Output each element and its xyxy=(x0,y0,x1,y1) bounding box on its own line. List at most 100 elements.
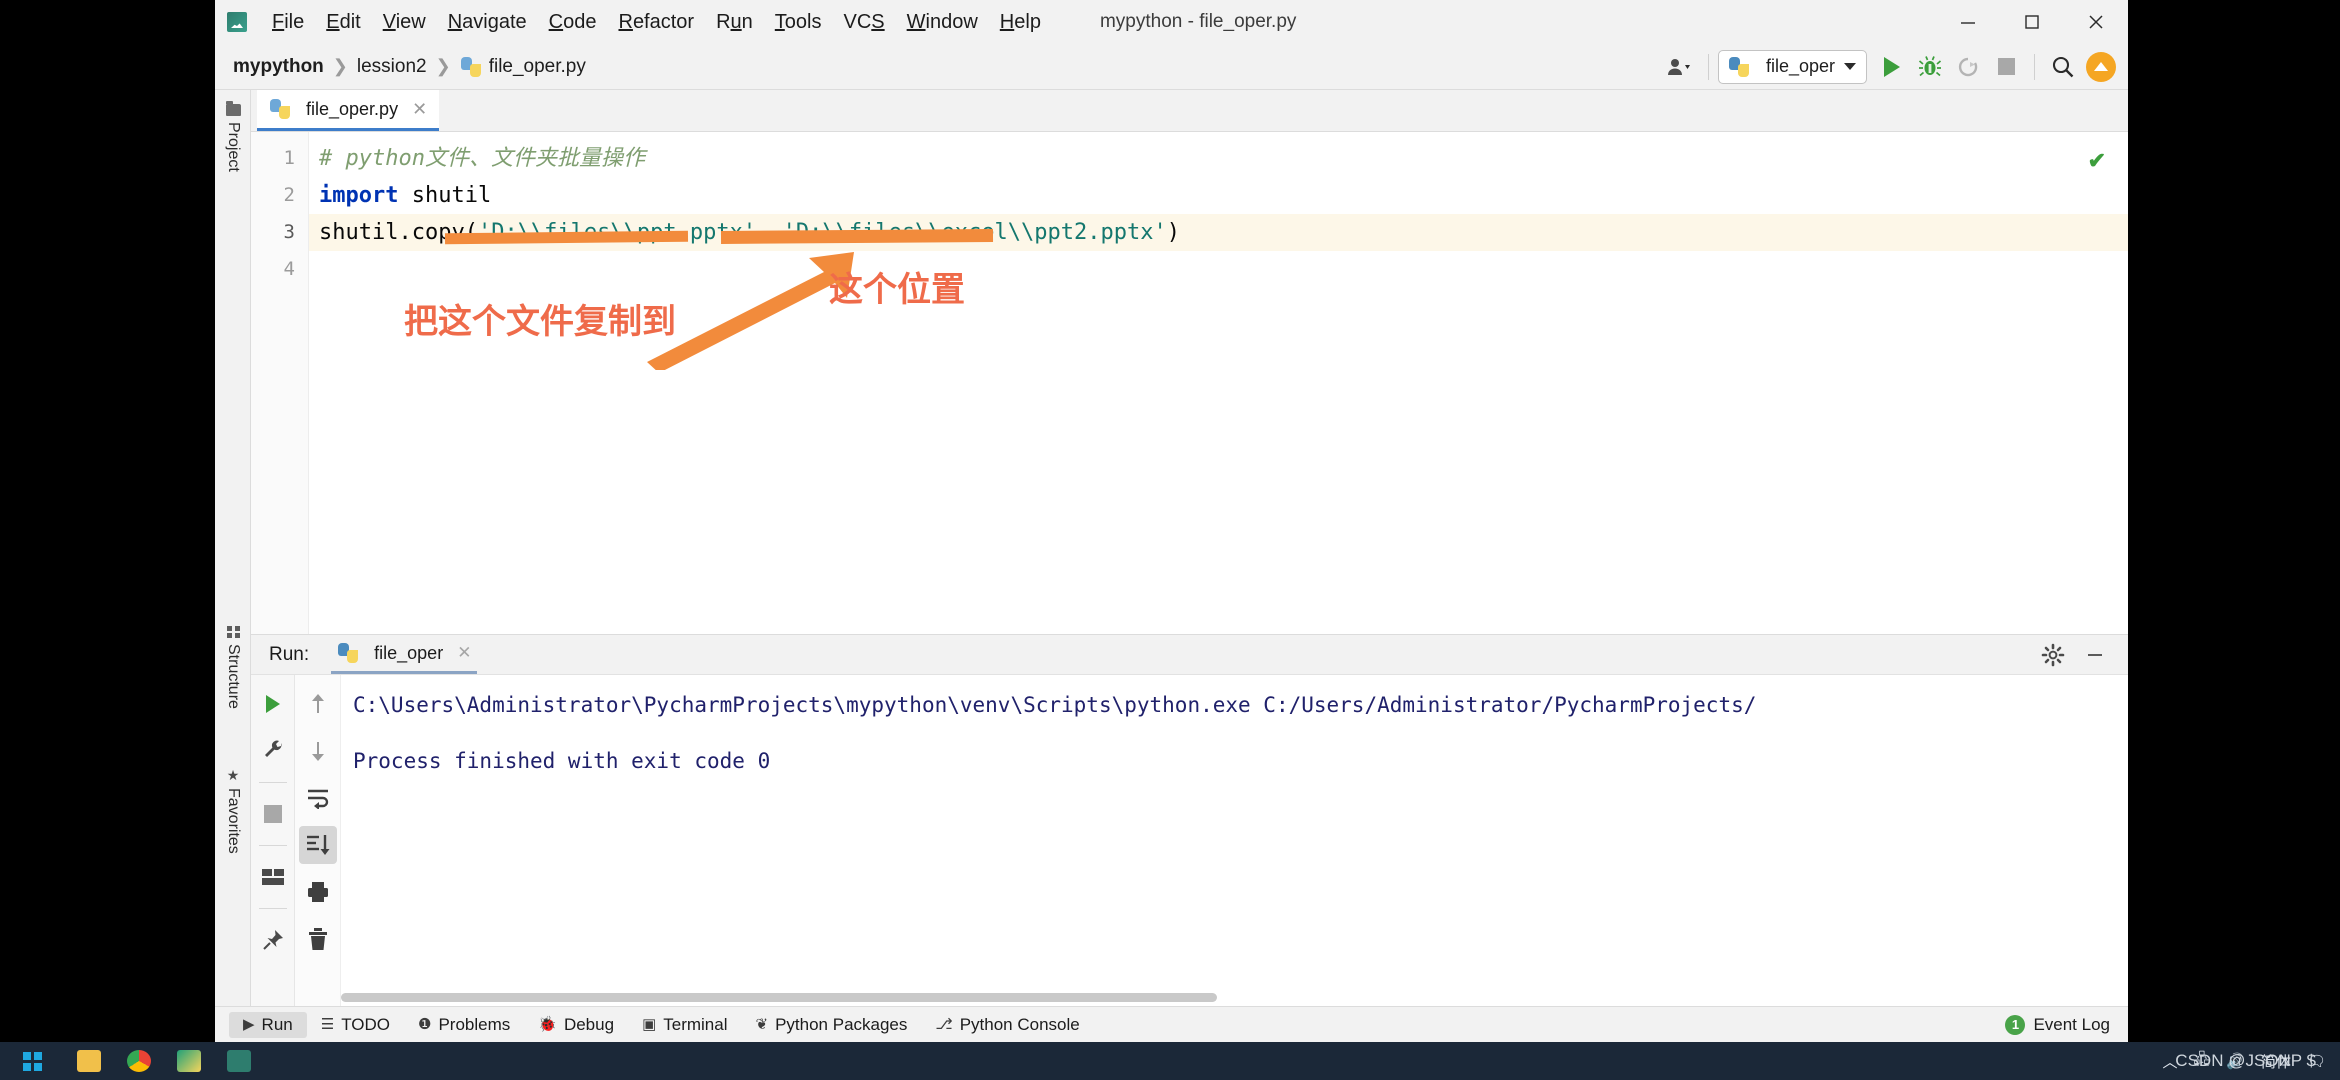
sidebar-item-structure[interactable]: Structure xyxy=(215,620,251,715)
bottom-tab-terminal[interactable]: ▣ Terminal xyxy=(628,1012,741,1038)
code-string-target: 'D:\\files\\excel\\ppt2.pptx' xyxy=(782,220,1167,245)
rerun-icon[interactable] xyxy=(254,685,292,723)
trash-icon[interactable] xyxy=(299,920,337,958)
divider xyxy=(258,845,287,846)
print-icon[interactable] xyxy=(299,873,337,911)
editor-tab-file-oper[interactable]: file_oper.py ✕ xyxy=(257,90,440,131)
up-arrow-icon[interactable] xyxy=(299,685,337,723)
menu-file[interactable]: File xyxy=(261,7,315,38)
breadcrumb-file[interactable]: file_oper.py xyxy=(489,56,586,78)
menu-view[interactable]: View xyxy=(372,7,437,38)
bottom-tab-label: TODO xyxy=(341,1014,390,1034)
update-button[interactable] xyxy=(2082,48,2120,86)
console-line-result: Process finished with exit code 0 xyxy=(353,749,771,773)
sidebar-item-project[interactable]: Project xyxy=(215,98,251,178)
console-output[interactable]: C:\Users\Administrator\PycharmProjects\m… xyxy=(341,675,2128,1006)
run-tab-file-oper[interactable]: file_oper ✕ xyxy=(331,635,478,674)
python-icon xyxy=(337,642,359,664)
line-number-gutter: 1 2 3 4 xyxy=(251,132,309,634)
menu-edit[interactable]: Edit xyxy=(315,7,371,38)
hide-window-icon[interactable] xyxy=(2076,636,2114,674)
code-line-2: import shutil xyxy=(309,177,2128,214)
navigation-bar: mypython ❯ lession2 ❯ file_oper.py file_… xyxy=(215,44,2128,90)
bottom-tab-problems[interactable]: ❶ Problems xyxy=(404,1012,524,1038)
breadcrumb-folder[interactable]: lession2 xyxy=(357,56,427,78)
down-arrow-icon[interactable] xyxy=(299,732,337,770)
debug-button[interactable] xyxy=(1911,48,1949,86)
editor-tab-label: file_oper.py xyxy=(306,98,399,119)
run-with-coverage-button[interactable] xyxy=(1949,48,1987,86)
run-configuration-selector[interactable]: file_oper xyxy=(1717,49,1867,84)
menu-code[interactable]: Code xyxy=(538,7,608,38)
code-line-1: # python文件、文件夹批量操作 xyxy=(309,140,2128,177)
sidebar-item-label: Project xyxy=(225,122,242,172)
bottom-tab-python-packages[interactable]: ❦ Python Packages xyxy=(742,1012,922,1038)
account-icon[interactable] xyxy=(1661,48,1699,86)
taskbar-app-icon[interactable] xyxy=(214,1042,264,1080)
window-controls xyxy=(1936,0,2128,44)
divider xyxy=(258,908,287,909)
code-editor[interactable]: 1 2 3 4 # python文件、文件夹批量操作 import shutil… xyxy=(251,132,2128,634)
event-log-label[interactable]: Event Log xyxy=(2033,1015,2110,1035)
menu-tools[interactable]: Tools xyxy=(764,7,833,38)
maximize-button[interactable] xyxy=(2000,0,2064,44)
bottom-tab-label: Terminal xyxy=(663,1014,728,1034)
annotation-label-source: 把这个文件复制到 xyxy=(404,302,676,342)
menu-help[interactable]: Help xyxy=(989,7,1052,38)
watermark: CSDN @JSONP $ xyxy=(2175,1051,2316,1070)
layout-icon[interactable] xyxy=(254,858,292,896)
stop-icon[interactable] xyxy=(254,795,292,833)
menu-refactor[interactable]: Refactor xyxy=(607,7,705,38)
soft-wrap-icon[interactable] xyxy=(299,779,337,817)
taskbar-chrome-icon[interactable] xyxy=(114,1042,164,1080)
bottom-tab-label: Python Packages xyxy=(775,1014,908,1034)
warning-icon: ❶ xyxy=(418,1016,432,1033)
left-tool-strip: Project Structure ★ Favorites xyxy=(215,90,251,1006)
close-button[interactable] xyxy=(2064,0,2128,44)
pin-icon[interactable] xyxy=(254,921,292,959)
menu-navigate[interactable]: Navigate xyxy=(437,7,538,38)
code-keyword: import xyxy=(319,183,399,208)
windows-start-icon[interactable] xyxy=(0,1042,64,1080)
code-call-prefix: shutil.copy( xyxy=(319,220,478,245)
close-icon[interactable]: ✕ xyxy=(412,99,427,120)
console-horizontal-scrollbar[interactable] xyxy=(341,993,2128,1002)
ide-body: Project Structure ★ Favorites file_oper.… xyxy=(215,90,2128,1006)
line-number: 1 xyxy=(283,147,295,169)
close-icon[interactable]: ✕ xyxy=(457,643,471,663)
sidebar-item-label: Structure xyxy=(225,644,242,709)
inspection-status-icon[interactable]: ✔ xyxy=(2088,148,2106,174)
breadcrumb-project[interactable]: mypython xyxy=(233,56,324,78)
code-comment: # python文件、文件夹批量操作 xyxy=(319,146,645,171)
minimize-button[interactable] xyxy=(1936,0,2000,44)
wrench-icon[interactable] xyxy=(254,732,292,770)
stop-button[interactable] xyxy=(1987,48,2025,86)
bottom-tab-python-console[interactable]: ⎇ Python Console xyxy=(921,1012,1093,1038)
python-file-icon xyxy=(460,56,482,78)
code-comma: , xyxy=(756,220,783,245)
menu-bar: File Edit View Navigate Code Refactor Ru… xyxy=(215,0,2128,44)
windows-taskbar: ︿ 🖧 🔊 简体 🗨 xyxy=(0,1042,2340,1080)
code-call-suffix: ) xyxy=(1166,220,1180,245)
scroll-to-end-icon[interactable] xyxy=(298,826,337,864)
taskbar-file-explorer-icon[interactable] xyxy=(64,1042,114,1080)
run-window-actions xyxy=(2034,636,2128,674)
bottom-tab-todo[interactable]: ☰ TODO xyxy=(307,1012,404,1038)
gear-icon[interactable] xyxy=(2034,636,2072,674)
console-actions-column xyxy=(295,675,341,1006)
menu-run[interactable]: Run xyxy=(705,7,764,38)
bottom-tab-run[interactable]: ▶ Run xyxy=(229,1011,307,1038)
sidebar-item-favorites[interactable]: ★ Favorites xyxy=(215,762,251,860)
bottom-tab-label: Debug xyxy=(563,1014,615,1034)
star-icon: ★ xyxy=(226,767,240,783)
code-lines[interactable]: # python文件、文件夹批量操作 import shutil shutil.… xyxy=(309,132,2128,634)
code-line-3: shutil.copy('D:\\files\\ppt.pptx', 'D:\\… xyxy=(309,214,2128,251)
structure-icon xyxy=(226,626,240,638)
search-icon[interactable] xyxy=(2044,48,2082,86)
bottom-tab-debug[interactable]: 🐞 Debug xyxy=(524,1012,628,1038)
taskbar-pycharm-icon[interactable] xyxy=(164,1042,214,1080)
menu-vcs[interactable]: VCS xyxy=(833,7,896,38)
menu-window[interactable]: Window xyxy=(896,7,989,38)
run-button[interactable] xyxy=(1873,48,1911,86)
run-window-header: Run: file_oper ✕ xyxy=(251,635,2128,675)
